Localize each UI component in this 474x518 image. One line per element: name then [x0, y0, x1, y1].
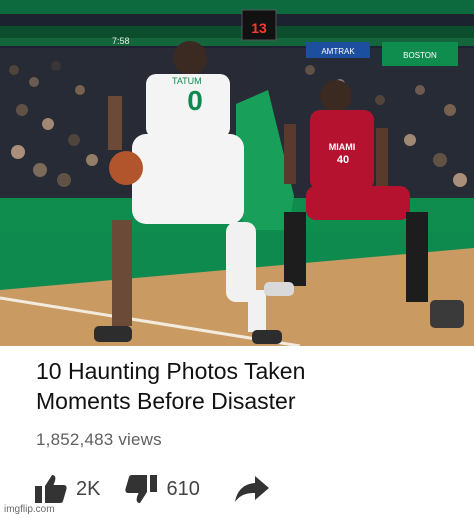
- video-thumbnail[interactable]: 13 7:58 AMTRAK BOSTON TATUM 0 MIAMI 40: [0, 0, 474, 346]
- thumbs-up-icon: [35, 475, 67, 503]
- board-sign-amtrak: AMTRAK: [321, 47, 355, 56]
- dislike-button[interactable]: 610: [124, 473, 200, 505]
- view-count: 1,852,483 views: [36, 430, 162, 449]
- game-clock: 7:58: [112, 36, 130, 46]
- thumbs-down-icon: [125, 475, 158, 503]
- imgflip-watermark: imgflip.com: [4, 504, 55, 515]
- shot-clock-value: 13: [251, 20, 267, 36]
- board-sign-boston: BOSTON: [403, 51, 437, 60]
- video-title[interactable]: 10 Haunting Photos Taken Moments Before …: [36, 356, 456, 416]
- basketball: [109, 151, 143, 185]
- share-arrow-icon: [234, 476, 269, 502]
- video-caption: 10 Haunting Photos Taken Moments Before …: [0, 346, 474, 518]
- left-player-number: 0: [187, 85, 203, 116]
- action-bar: 2K 610: [34, 472, 270, 506]
- like-button[interactable]: 2K: [34, 473, 100, 505]
- right-player-number: 40: [337, 154, 349, 166]
- like-count: 2K: [76, 477, 101, 500]
- basketball-game-photo: 13 7:58 AMTRAK BOSTON TATUM 0 MIAMI 40: [0, 0, 474, 346]
- upper-banner: [0, 0, 474, 14]
- video-title-line-1: 10 Haunting Photos Taken: [36, 358, 306, 384]
- share-button[interactable]: [234, 474, 270, 504]
- dislike-count: 610: [166, 477, 200, 500]
- shot-clock: 13: [241, 9, 277, 41]
- video-title-line-2: Moments Before Disaster: [36, 388, 296, 414]
- right-player-team: MIAMI: [329, 142, 356, 152]
